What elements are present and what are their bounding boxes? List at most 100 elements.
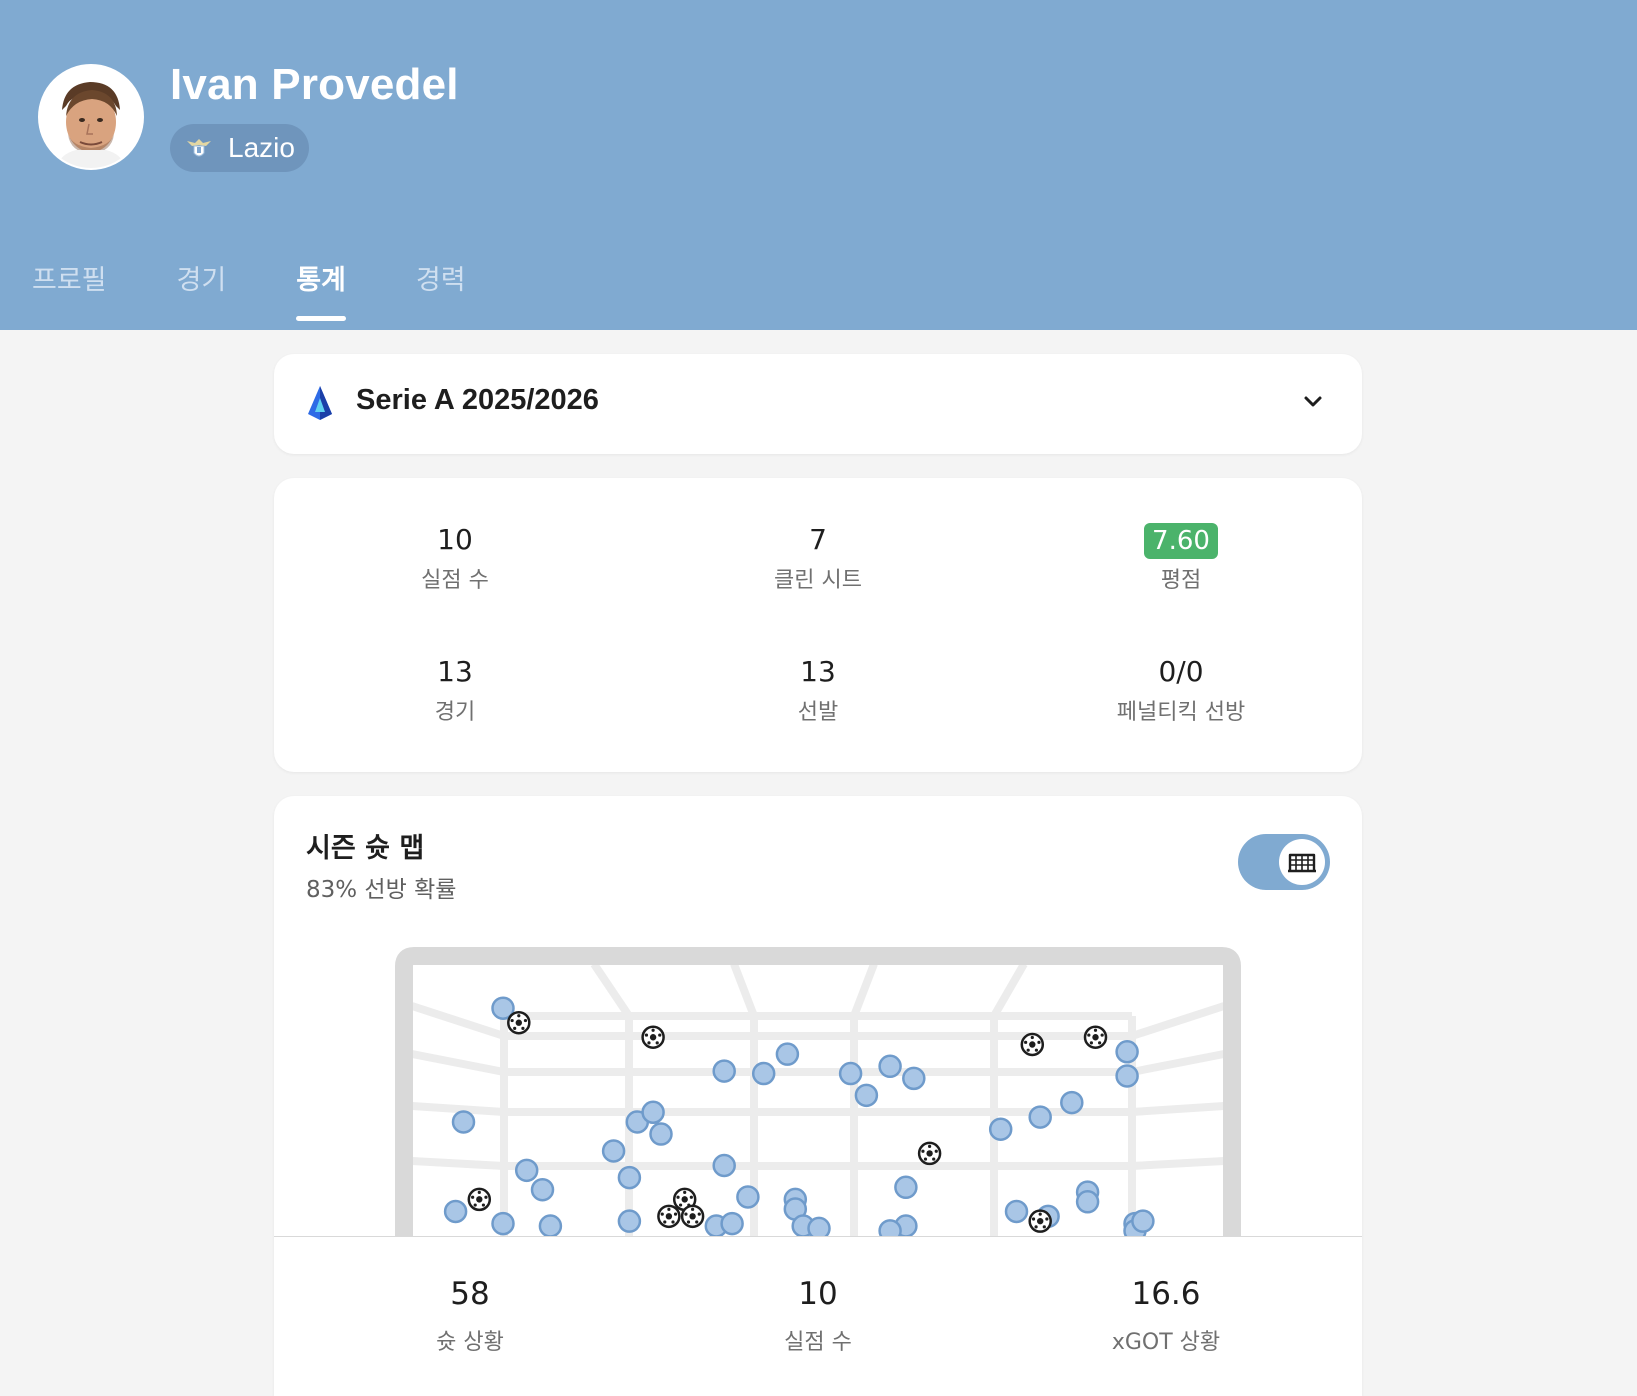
summary-label: 실점 수 (784, 1330, 852, 1355)
saved-shot-marker (530, 1177, 555, 1202)
net-line (1130, 1002, 1226, 1040)
saved-shot-marker (1004, 1199, 1029, 1224)
summary-label: 슛 상황 (436, 1330, 504, 1355)
goal-ball-icon (467, 1187, 492, 1212)
summary-label: xGOT 상황 (1111, 1330, 1221, 1355)
net-line (1131, 1157, 1225, 1170)
stat-rating: 7.60 평점 (1031, 520, 1331, 594)
net-line (410, 1002, 506, 1040)
goal-ball-icon (641, 1025, 665, 1049)
shotmap-subtitle: 83% 선방 확률 (306, 877, 457, 903)
player-header: Ivan Provedel Lazio 프로필 경기 통계 경력 (0, 0, 1637, 330)
saved-shot-marker (617, 1165, 642, 1190)
stat-starts: 13 선발 (668, 652, 968, 726)
summary-shots: 58 슛 상황 (320, 1276, 620, 1356)
saved-shot-marker (838, 1061, 863, 1086)
player-name: Ivan Provedel (170, 60, 459, 109)
saved-shot-marker (988, 1117, 1013, 1141)
stat-label: 클린 시트 (774, 568, 862, 593)
saved-shot-marker (720, 1211, 744, 1236)
saved-shot-marker (617, 1209, 642, 1233)
goal-net-icon (1288, 853, 1316, 873)
saved-shot-marker (1115, 1040, 1139, 1064)
stat-penalties-saved: 0/0 페널티킥 선방 (1031, 652, 1331, 726)
saved-shot-marker (854, 1083, 879, 1108)
saved-shot-marker (491, 1211, 515, 1236)
toggle-knob (1279, 839, 1325, 885)
saved-shot-marker (1028, 1105, 1052, 1129)
saved-shot-marker (1131, 1209, 1155, 1233)
stat-value: 10 (437, 523, 473, 556)
season-selector[interactable]: Serie A 2025/2026 (274, 354, 1362, 454)
goal-ball-icon (917, 1141, 942, 1166)
summary-value: 58 (450, 1276, 490, 1312)
saved-shot-marker (807, 1216, 831, 1236)
club-name: Lazio (228, 132, 295, 163)
net-line (850, 962, 878, 1018)
stat-label: 실점 수 (421, 568, 489, 593)
goal-frame (395, 947, 1241, 1236)
serie-a-logo-icon (308, 386, 332, 420)
saved-shot-marker (443, 1199, 468, 1224)
player-avatar (38, 64, 144, 170)
summary-value: 16.6 (1131, 1276, 1201, 1312)
stat-label: 평점 (1160, 568, 1202, 593)
stat-goals-conceded: 10 실점 수 (305, 520, 605, 594)
saved-shot-marker (712, 1059, 736, 1083)
goal-ball-icon (1083, 1025, 1108, 1049)
saved-shot-marker (649, 1122, 673, 1146)
saved-shot-marker (1115, 1064, 1139, 1088)
goal-ball-icon (657, 1204, 681, 1229)
saved-shot-marker (601, 1139, 626, 1163)
tab-career[interactable]: 경력 (416, 258, 466, 317)
stat-value: 13 (800, 655, 836, 688)
goal-net (395, 947, 1241, 1236)
saved-shot-marker (1060, 1090, 1084, 1115)
saved-shot-marker (878, 1054, 902, 1079)
divider (274, 1236, 1362, 1237)
net-line (990, 962, 1028, 1018)
stat-matches: 13 경기 (305, 652, 605, 726)
net-line (1131, 1050, 1225, 1076)
saved-shot-marker (751, 1061, 776, 1086)
saved-shot-marker (514, 1158, 539, 1183)
tab-stats[interactable]: 통계 (296, 258, 346, 321)
saved-shot-marker (712, 1153, 736, 1178)
saved-shot-marker (775, 1042, 800, 1066)
summary-goals-conceded: 10 실점 수 (668, 1276, 968, 1356)
chevron-down-icon[interactable] (1302, 390, 1324, 412)
saved-shot-marker (641, 1100, 665, 1125)
saved-shot-marker (894, 1175, 918, 1200)
tab-matches[interactable]: 경기 (177, 258, 227, 317)
stat-label: 선발 (797, 700, 839, 725)
goal-ball-icon (1028, 1209, 1052, 1233)
club-chip[interactable]: Lazio (170, 124, 309, 172)
saved-shot-marker (451, 1110, 476, 1134)
net-line (411, 1157, 505, 1170)
stat-label: 경기 (434, 700, 476, 725)
saved-shot-marker (538, 1214, 563, 1236)
goal-posts (395, 947, 1241, 1236)
stat-clean-sheets: 7 클린 시트 (668, 520, 968, 594)
lazio-crest-icon (187, 139, 211, 157)
goal-ball-icon (1020, 1032, 1045, 1057)
net-line (590, 961, 633, 1019)
rating-badge: 7.60 (1144, 523, 1218, 559)
goal-ball-icon (680, 1204, 705, 1229)
saved-shot-marker (878, 1219, 902, 1236)
season-label: Serie A 2025/2026 (356, 384, 599, 416)
shotmap-title: 시즌 슛 맵 (306, 833, 425, 864)
summary-value: 10 (798, 1276, 838, 1312)
summary-xgot: 16.6 xGOT 상황 (1016, 1276, 1316, 1356)
stats-card: 10 실점 수 7 클린 시트 7.60 평점 13 경기 13 선발 0/0 … (274, 478, 1362, 772)
stat-label: 페널티킥 선방 (1116, 700, 1246, 725)
tab-bar: 프로필 경기 통계 경력 (32, 258, 536, 321)
saved-shot-marker (902, 1066, 926, 1091)
stat-value: 0/0 (1158, 655, 1204, 688)
stat-value: 13 (437, 655, 473, 688)
tab-profile[interactable]: 프로필 (32, 258, 107, 317)
saved-shot-marker (1075, 1190, 1100, 1214)
shotmap-card: 시즌 슛 맵 83% 선방 확률 58 슛 상황 10 실점 수 16.6 xG… (274, 796, 1362, 1396)
goal-view-toggle[interactable] (1238, 834, 1330, 890)
saved-shot-marker (736, 1185, 760, 1209)
